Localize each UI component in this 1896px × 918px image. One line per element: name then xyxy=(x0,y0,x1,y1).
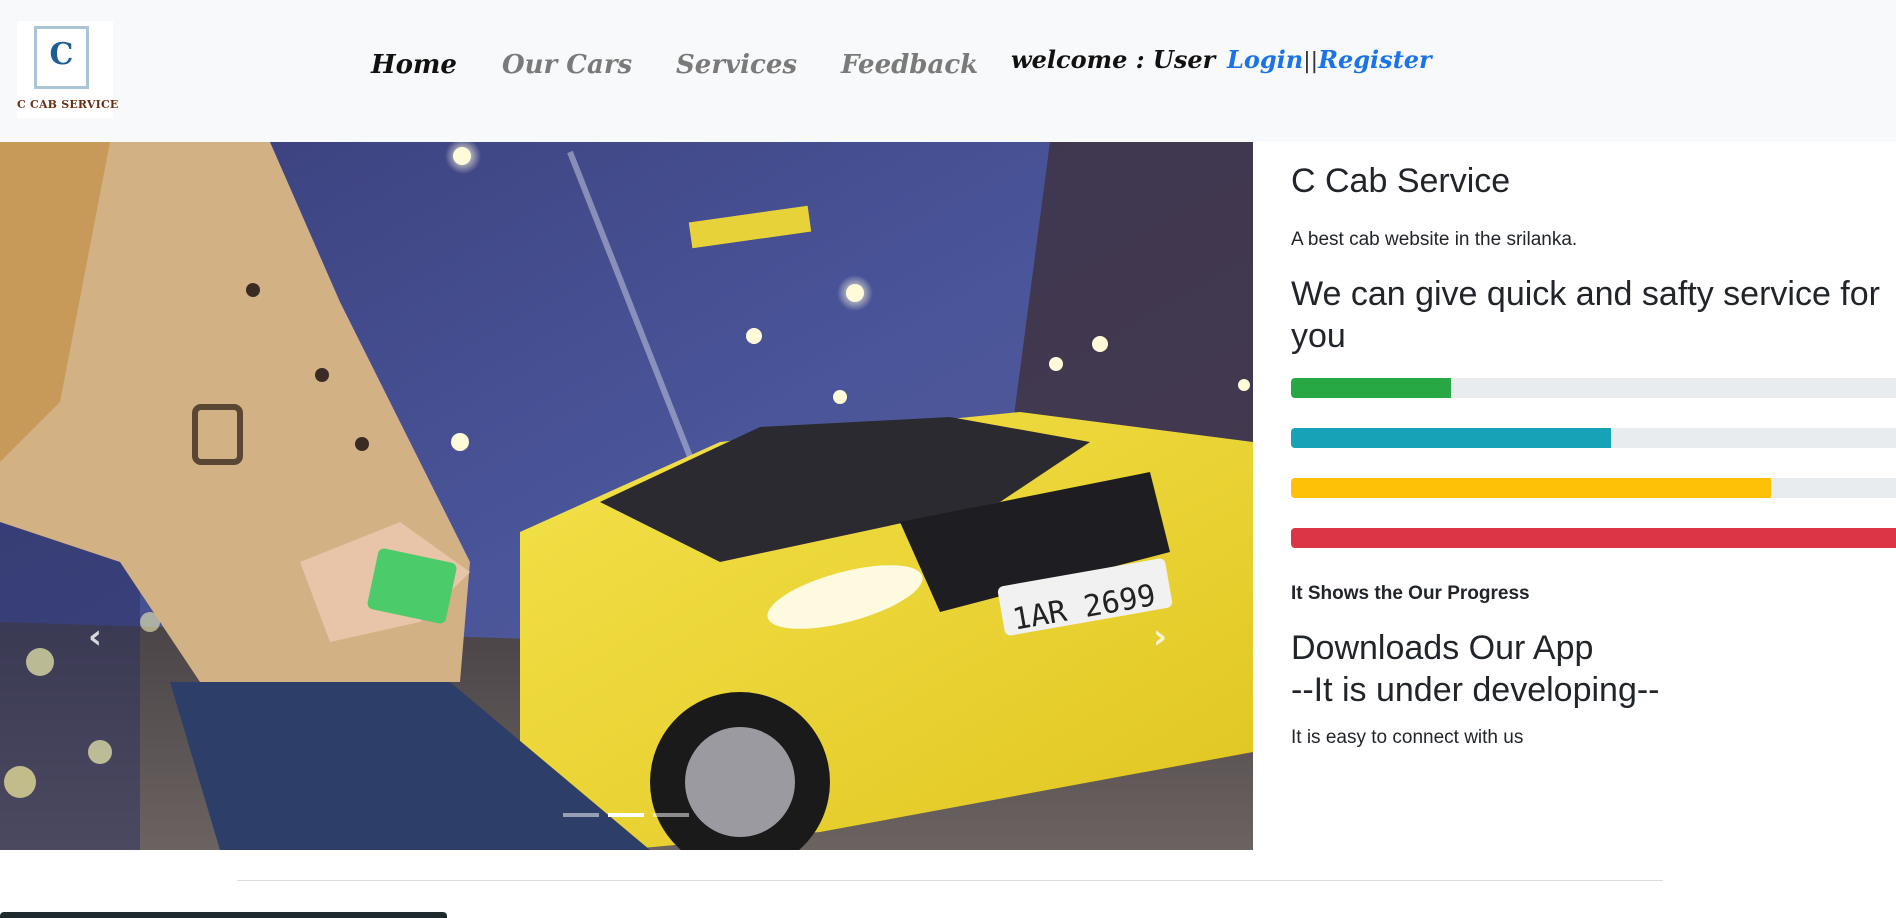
chevron-left-icon: ‹ xyxy=(87,617,102,657)
progress-track-3 xyxy=(1291,478,1896,498)
download-title: Downloads Our App xyxy=(1291,629,1594,667)
logo-text: C CAB SERVICE xyxy=(17,98,119,111)
info-panel: C Cab Service A best cab website in the … xyxy=(1291,142,1896,850)
carousel-next-control[interactable]: › xyxy=(1140,612,1180,662)
nav-home[interactable]: Home xyxy=(371,50,457,80)
progress-track-1 xyxy=(1291,378,1896,398)
carousel-indicators xyxy=(563,813,693,817)
connect-text: It is easy to connect with us xyxy=(1291,727,1524,748)
logo-letter: C xyxy=(49,37,74,72)
welcome-text: welcome : User xyxy=(1011,45,1216,74)
nav-our-cars[interactable]: Our Cars xyxy=(502,50,632,80)
nav-feedback[interactable]: Feedback xyxy=(841,50,978,80)
auth-links: Login||Register xyxy=(1227,45,1432,74)
progress-track-2 xyxy=(1291,428,1896,448)
progress-bar-1 xyxy=(1291,378,1451,398)
progress-bar-2 xyxy=(1291,428,1611,448)
carousel-slide-image: 1AR 2699 xyxy=(0,142,1253,850)
progress-track-4 xyxy=(1291,528,1896,548)
download-note: --It is under developing-- xyxy=(1291,671,1660,709)
panel-subtitle: A best cab website in the srilanka. xyxy=(1291,229,1578,250)
navbar: C C CAB SERVICE Home Our Cars Services F… xyxy=(0,0,1896,142)
progress-bar-4 xyxy=(1291,528,1896,548)
carousel-indicator-3[interactable] xyxy=(653,813,689,817)
register-link[interactable]: Register xyxy=(1318,45,1432,74)
nav-services[interactable]: Services xyxy=(676,50,797,80)
auth-separator: || xyxy=(1303,49,1319,74)
progress-caption: It Shows the Our Progress xyxy=(1291,583,1530,604)
brand-logo[interactable]: C C CAB SERVICE xyxy=(17,21,119,118)
chevron-right-icon: › xyxy=(1152,617,1167,657)
footer-card-edge xyxy=(0,912,447,918)
hero-carousel: 1AR 2699 ‹ › xyxy=(0,142,1253,850)
carousel-prev-control[interactable]: ‹ xyxy=(75,612,115,662)
download-section: Downloads Our App --It is under developi… xyxy=(1291,627,1660,711)
logo-frame: C xyxy=(34,26,89,89)
panel-title: C Cab Service xyxy=(1291,162,1511,200)
login-link[interactable]: Login xyxy=(1227,45,1303,74)
section-divider xyxy=(237,880,1663,881)
progress-bar-3 xyxy=(1291,478,1771,498)
carousel-indicator-1[interactable] xyxy=(563,813,599,817)
carousel-indicator-2[interactable] xyxy=(608,813,644,817)
panel-headline: We can give quick and safty service for … xyxy=(1291,275,1880,355)
